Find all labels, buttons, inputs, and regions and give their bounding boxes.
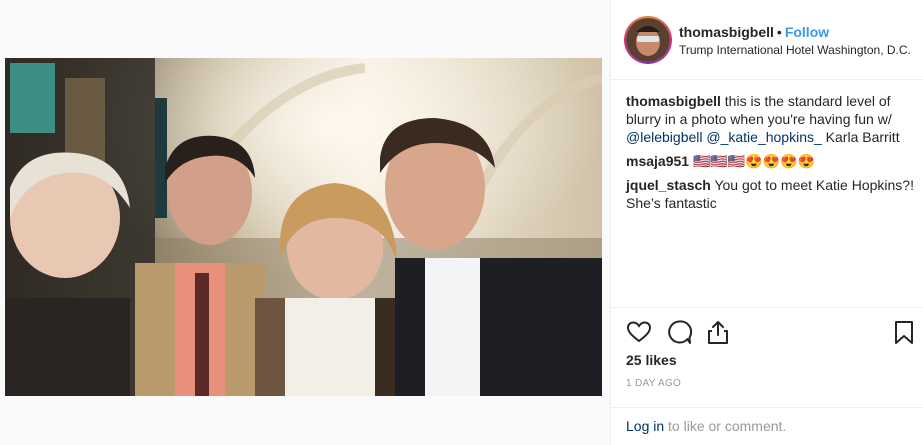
instagram-post: thomasbigbell • Follow Trump International… xyxy=(0,0,923,445)
separator-dot: • xyxy=(776,24,782,40)
comment-text: 🇺🇸🇺🇸🇺🇸😍😍😍😍 xyxy=(692,153,815,169)
post-timestamp[interactable]: 1 DAY AGO xyxy=(626,378,681,389)
heart-icon[interactable] xyxy=(625,318,653,346)
post-media xyxy=(0,0,610,445)
likes-count[interactable]: 25 likes xyxy=(626,352,677,368)
comments-section: thomasbigbell this is the standard level… xyxy=(626,92,916,218)
mention-link[interactable]: @lelebigbell xyxy=(626,129,702,145)
actions-section: 25 likes 1 DAY AGO xyxy=(611,307,923,407)
comment-icon[interactable] xyxy=(665,318,693,346)
avatar-image xyxy=(626,18,670,62)
caption-username[interactable]: thomasbigbell xyxy=(626,93,721,109)
comment-username[interactable]: jquel_stasch xyxy=(626,177,711,193)
login-prompt: Log in to like or comment. xyxy=(611,407,923,445)
header-line: thomasbigbell • Follow xyxy=(679,24,829,40)
share-icon[interactable] xyxy=(704,318,732,346)
mention-link[interactable]: @_katie_hopkins_ xyxy=(706,129,821,145)
bookmark-icon[interactable] xyxy=(890,318,918,346)
location-link[interactable]: Trump International Hotel Washington, D.… xyxy=(679,43,914,57)
username-link[interactable]: thomasbigbell xyxy=(679,24,774,40)
login-text: to like or comment. xyxy=(668,418,787,434)
comment-item: jquel_stasch You got to meet Katie Hopki… xyxy=(626,176,916,212)
caption: thomasbigbell this is the standard level… xyxy=(626,92,916,146)
comment-username[interactable]: msaja951 xyxy=(626,153,689,169)
post-header: thomasbigbell • Follow Trump International… xyxy=(611,0,923,80)
caption-tail: Karla Barritt xyxy=(825,129,900,145)
avatar[interactable] xyxy=(624,16,672,64)
login-link[interactable]: Log in xyxy=(626,418,664,434)
comment-item: msaja951 🇺🇸🇺🇸🇺🇸😍😍😍😍 xyxy=(626,152,916,170)
follow-button[interactable]: Follow xyxy=(785,24,829,40)
post-photo[interactable] xyxy=(5,58,602,396)
post-sidebar: thomasbigbell • Follow Trump International… xyxy=(610,0,923,445)
